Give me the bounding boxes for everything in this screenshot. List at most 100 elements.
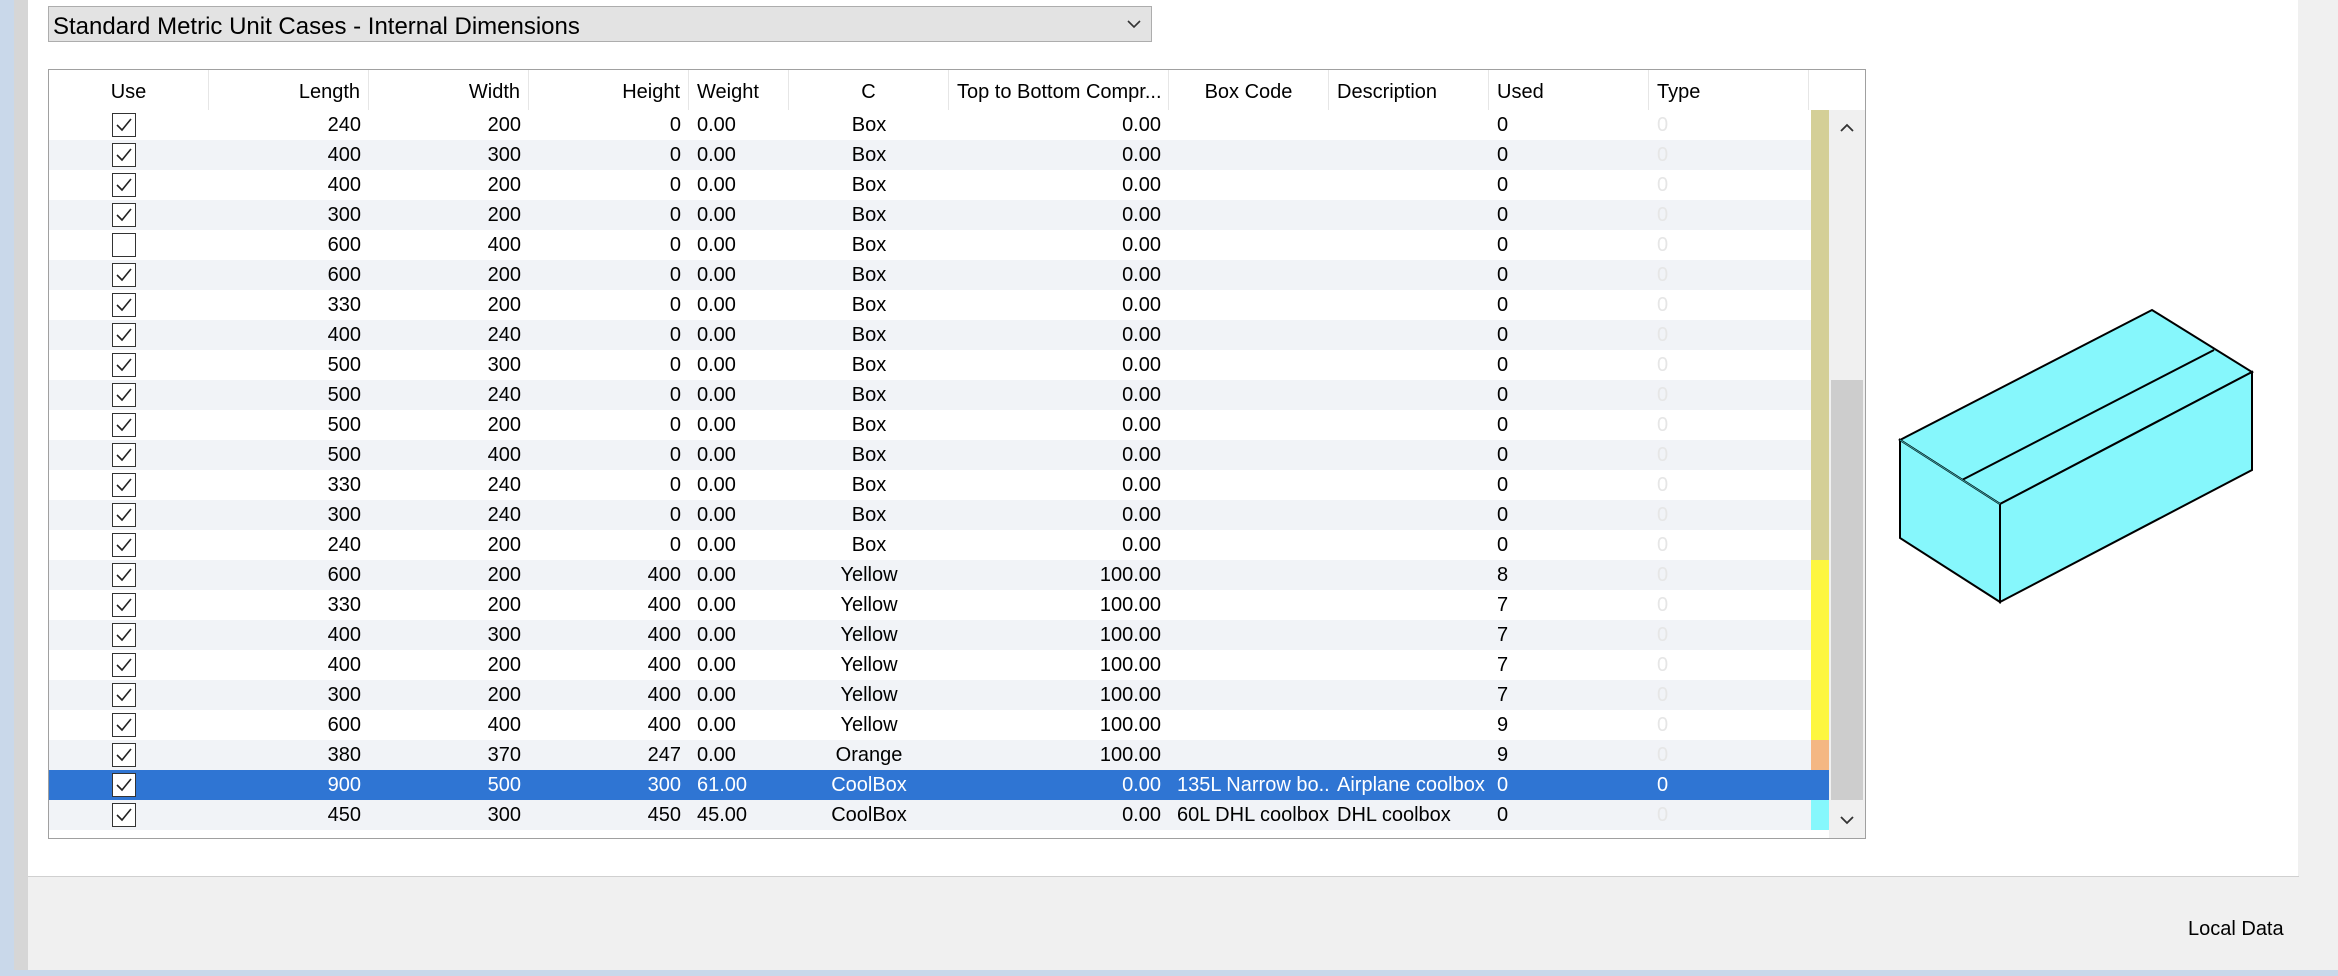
use-checkbox[interactable]: [112, 293, 136, 317]
table-row[interactable]: 400 200 400 0.00 Yellow 100.00 7 0: [49, 650, 1829, 680]
table-row[interactable]: 450 300 450 45.00 CoolBox 0.00 60L DHL coolbox…: [49, 800, 1829, 830]
use-checkbox[interactable]: [112, 323, 136, 347]
table-row[interactable]: 400 300 0 0.00 Box 0.00 0 0: [49, 140, 1829, 170]
cell-type: 0: [1657, 384, 1669, 406]
use-checkbox[interactable]: [112, 383, 136, 407]
use-checkbox[interactable]: [112, 353, 136, 377]
column-header-height[interactable]: Height: [529, 70, 689, 110]
cell-c: Box: [851, 354, 887, 376]
case-set-dropdown[interactable]: Standard Metric Unit Cases - Internal Di…: [48, 6, 1152, 42]
checkmark-icon: [116, 598, 132, 612]
cell-height: 0: [669, 414, 681, 436]
table-row[interactable]: 600 400 0 0.00 Box 0.00 0 0: [49, 230, 1829, 260]
cell-width: 200: [487, 534, 521, 556]
cell-width: 200: [487, 294, 521, 316]
column-header-box-code[interactable]: Box Code: [1169, 70, 1329, 110]
cell-top-to-bottom: 100.00: [1099, 684, 1161, 706]
column-header-used[interactable]: Used: [1489, 70, 1649, 110]
column-header-width[interactable]: Width: [369, 70, 529, 110]
column-header-weight[interactable]: Weight: [689, 70, 789, 110]
table-row[interactable]: 400 200 0 0.00 Box 0.00 0 0: [49, 170, 1829, 200]
cell-type: 0: [1657, 594, 1669, 616]
use-checkbox[interactable]: [112, 413, 136, 437]
cell-used: 0: [1497, 264, 1509, 286]
use-checkbox[interactable]: [112, 473, 136, 497]
use-checkbox[interactable]: [112, 503, 136, 527]
table-row[interactable]: 240 200 0 0.00 Box 0.00 0 0: [49, 110, 1829, 140]
cell-top-to-bottom: 0.00: [1122, 114, 1161, 136]
cell-length: 900: [327, 774, 361, 796]
use-checkbox[interactable]: [112, 443, 136, 467]
cell-width: 400: [487, 234, 521, 256]
table-row[interactable]: 600 200 0 0.00 Box 0.00 0 0: [49, 260, 1829, 290]
column-header-length[interactable]: Length: [209, 70, 369, 110]
use-checkbox[interactable]: [112, 743, 136, 767]
use-checkbox[interactable]: [112, 233, 136, 257]
table-row[interactable]: 500 300 0 0.00 Box 0.00 0 0: [49, 350, 1829, 380]
table-row[interactable]: 600 400 400 0.00 Yellow 100.00 9 0: [49, 710, 1829, 740]
cell-height: 0: [669, 144, 681, 166]
table-row[interactable]: 300 200 0 0.00 Box 0.00 0 0: [49, 200, 1829, 230]
cell-weight: 0.00: [697, 204, 736, 226]
use-checkbox[interactable]: [112, 563, 136, 587]
table-row[interactable]: 500 400 0 0.00 Box 0.00 0 0: [49, 440, 1829, 470]
use-checkbox[interactable]: [112, 653, 136, 677]
cell-height: 400: [647, 684, 681, 706]
use-checkbox[interactable]: [112, 173, 136, 197]
use-checkbox[interactable]: [112, 773, 136, 797]
cell-box-code: [1169, 200, 1329, 230]
cell-top-to-bottom: 0.00: [1122, 144, 1161, 166]
use-checkbox[interactable]: [112, 593, 136, 617]
use-checkbox[interactable]: [112, 143, 136, 167]
use-checkbox[interactable]: [112, 713, 136, 737]
color-strip: [1811, 170, 1829, 200]
column-header-top-to-bottom[interactable]: Top to Bottom Compr...: [949, 70, 1169, 110]
cell-used: 0: [1497, 414, 1509, 436]
cell-c: Yellow: [840, 654, 898, 676]
table-row[interactable]: 330 240 0 0.00 Box 0.00 0 0: [49, 470, 1829, 500]
column-header-use[interactable]: Use: [49, 70, 209, 110]
scrollbar-thumb[interactable]: [1831, 380, 1863, 800]
table-row[interactable]: 500 240 0 0.00 Box 0.00 0 0: [49, 380, 1829, 410]
cell-box-code: [1169, 230, 1329, 260]
scroll-down-icon[interactable]: [1829, 802, 1865, 838]
cell-box-code: [1169, 530, 1329, 560]
cell-height: 0: [669, 174, 681, 196]
table-row[interactable]: 330 200 0 0.00 Box 0.00 0 0: [49, 290, 1829, 320]
use-checkbox[interactable]: [112, 683, 136, 707]
use-checkbox[interactable]: [112, 113, 136, 137]
use-checkbox[interactable]: [112, 533, 136, 557]
scroll-up-icon[interactable]: [1829, 110, 1865, 146]
table-row[interactable]: 900 500 300 61.00 CoolBox 0.00 135L Narrow bo.…: [49, 770, 1829, 800]
table-row[interactable]: 300 240 0 0.00 Box 0.00 0 0: [49, 500, 1829, 530]
column-header-c[interactable]: C: [789, 70, 949, 110]
cell-length: 330: [327, 294, 361, 316]
cell-width: 400: [487, 714, 521, 736]
cell-top-to-bottom: 0.00: [1122, 204, 1161, 226]
cell-c: Box: [851, 324, 887, 346]
table-row[interactable]: 240 200 0 0.00 Box 0.00 0 0: [49, 530, 1829, 560]
table-row[interactable]: 380 370 247 0.00 Orange 100.00 9 0: [49, 740, 1829, 770]
cell-used: 0: [1497, 384, 1509, 406]
cell-weight: 0.00: [697, 384, 736, 406]
table-row[interactable]: 400 240 0 0.00 Box 0.00 0 0: [49, 320, 1829, 350]
cell-used: 0: [1497, 534, 1509, 556]
cell-type: 0: [1657, 144, 1669, 166]
table-row[interactable]: 600 200 400 0.00 Yellow 100.00 8 0: [49, 560, 1829, 590]
cell-length: 300: [327, 204, 361, 226]
use-checkbox[interactable]: [112, 623, 136, 647]
use-checkbox[interactable]: [112, 263, 136, 287]
use-checkbox[interactable]: [112, 803, 136, 827]
table-row[interactable]: 330 200 400 0.00 Yellow 100.00 7 0: [49, 590, 1829, 620]
cell-top-to-bottom: 100.00: [1099, 654, 1161, 676]
column-header-type[interactable]: Type: [1649, 70, 1809, 110]
cell-c: Box: [851, 234, 887, 256]
cell-description: [1329, 410, 1489, 440]
cell-weight: 0.00: [697, 504, 736, 526]
table-row[interactable]: 400 300 400 0.00 Yellow 100.00 7 0: [49, 620, 1829, 650]
table-row[interactable]: 300 200 400 0.00 Yellow 100.00 7 0: [49, 680, 1829, 710]
use-checkbox[interactable]: [112, 203, 136, 227]
vertical-scrollbar[interactable]: [1829, 110, 1865, 838]
column-header-description[interactable]: Description: [1329, 70, 1489, 110]
table-row[interactable]: 500 200 0 0.00 Box 0.00 0 0: [49, 410, 1829, 440]
